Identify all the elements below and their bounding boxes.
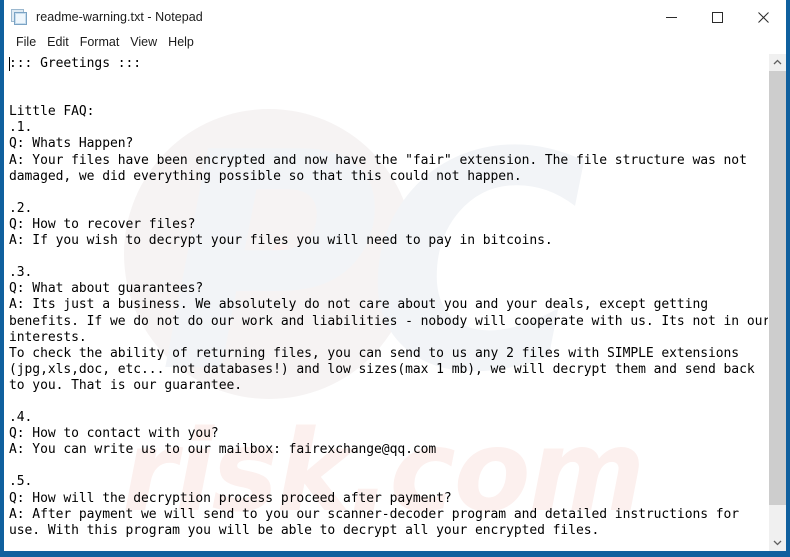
menu-bar: File Edit Format View Help — [4, 32, 786, 53]
minimize-icon — [665, 16, 677, 18]
notepad-window: readme-warning.txt - Notepad File Edit F… — [0, 0, 790, 557]
window-title: readme-warning.txt - Notepad — [36, 9, 203, 24]
maximize-icon — [711, 11, 723, 23]
menu-item-file[interactable]: File — [11, 32, 42, 53]
chevron-down-icon — [773, 540, 782, 546]
close-icon — [757, 11, 769, 23]
client-area: PC risk.com ::: Greetings ::: Little FAQ… — [4, 53, 786, 551]
close-button[interactable] — [740, 1, 786, 33]
scrollbar-track[interactable] — [769, 71, 786, 534]
text-caret — [9, 57, 10, 71]
vertical-scrollbar[interactable] — [768, 54, 786, 551]
chevron-up-icon — [773, 59, 782, 65]
scrollbar-thumb[interactable] — [769, 71, 786, 505]
menu-item-help[interactable]: Help — [163, 32, 200, 53]
text-editor[interactable]: PC risk.com ::: Greetings ::: Little FAQ… — [4, 54, 768, 551]
scroll-down-button[interactable] — [769, 534, 786, 551]
menu-item-edit[interactable]: Edit — [42, 32, 75, 53]
menu-item-format[interactable]: Format — [75, 32, 126, 53]
window-controls — [648, 1, 786, 33]
notepad-icon — [11, 8, 28, 26]
title-bar[interactable]: readme-warning.txt - Notepad — [4, 0, 786, 32]
scroll-up-button[interactable] — [769, 54, 786, 71]
document-text[interactable]: ::: Greetings ::: Little FAQ: .1. Q: Wha… — [4, 54, 768, 539]
menu-item-view[interactable]: View — [125, 32, 163, 53]
maximize-button[interactable] — [694, 1, 740, 33]
minimize-button[interactable] — [648, 1, 694, 33]
